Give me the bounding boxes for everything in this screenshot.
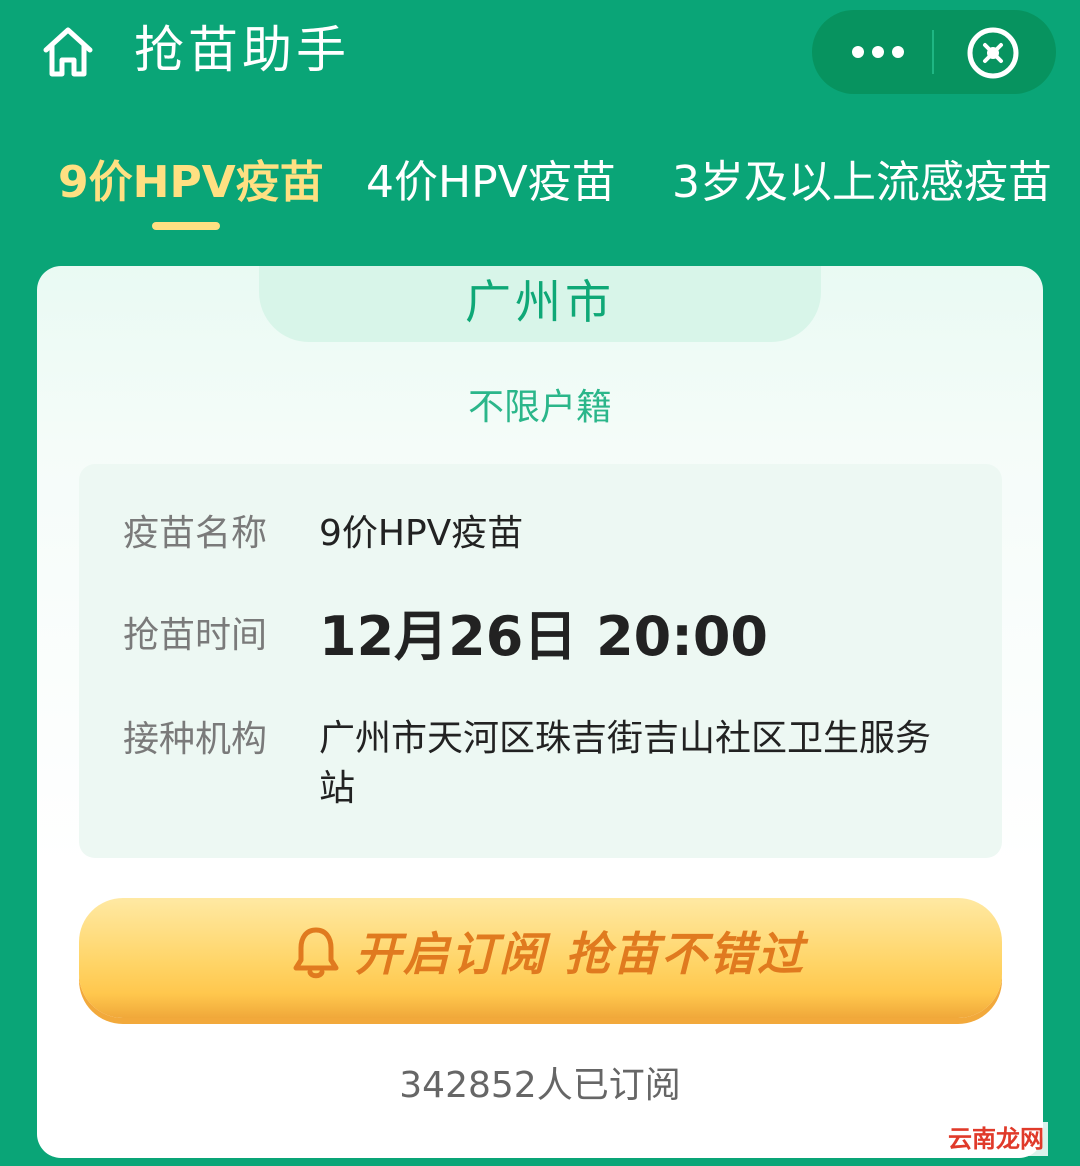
institution-value: 广州市天河区珠吉街吉山社区卫生服务站 — [319, 718, 932, 809]
booking-time-value: 12月26日 20:00 — [319, 605, 768, 668]
app-title: 抢苗助手 — [134, 21, 350, 79]
tab-4-valent-hpv[interactable]: 4价HPV疫苗 — [366, 155, 616, 211]
subscribe-button[interactable]: 开启订阅 抢苗不错过 — [79, 898, 1002, 1018]
bell-icon — [293, 927, 339, 979]
residency-restriction: 不限户籍 — [467, 387, 612, 428]
subscribe-button-label: 开启订阅 抢苗不错过 — [355, 927, 806, 981]
city-name: 广州市 — [465, 275, 615, 329]
tab-9-valent-hpv[interactable]: 9价HPV疫苗 — [58, 155, 324, 211]
more-icon[interactable] — [848, 38, 908, 66]
institution-label: 接种机构 — [123, 719, 268, 760]
vaccine-name-label: 疫苗名称 — [123, 513, 268, 554]
vaccine-name-value: 9价HPV疫苗 — [319, 513, 524, 554]
mini-program-capsule — [812, 10, 1056, 94]
top-bar: 抢苗助手 — [0, 0, 1080, 125]
subscriber-count: 342852人已订阅 — [399, 1065, 681, 1106]
close-icon[interactable] — [966, 26, 1020, 80]
vaccine-tabs: 9价HPV疫苗 4价HPV疫苗 3岁及以上流感疫苗 — [0, 125, 1080, 265]
city-banner: 广州市 — [259, 266, 821, 342]
vaccine-card: 广州市 不限户籍 疫苗名称 9价HPV疫苗 抢苗时间 12月26日 20:00 … — [37, 266, 1043, 1158]
active-tab-indicator — [152, 222, 220, 230]
home-icon[interactable] — [40, 24, 96, 80]
tab-flu-vaccine[interactable]: 3岁及以上流感疫苗 — [672, 155, 1052, 211]
capsule-divider — [932, 30, 934, 74]
booking-time-label: 抢苗时间 — [123, 615, 268, 656]
watermark-logo: 云南龙网 — [944, 1122, 1048, 1156]
vaccine-info-panel: 疫苗名称 9价HPV疫苗 抢苗时间 12月26日 20:00 接种机构 广州市天… — [79, 464, 1002, 858]
